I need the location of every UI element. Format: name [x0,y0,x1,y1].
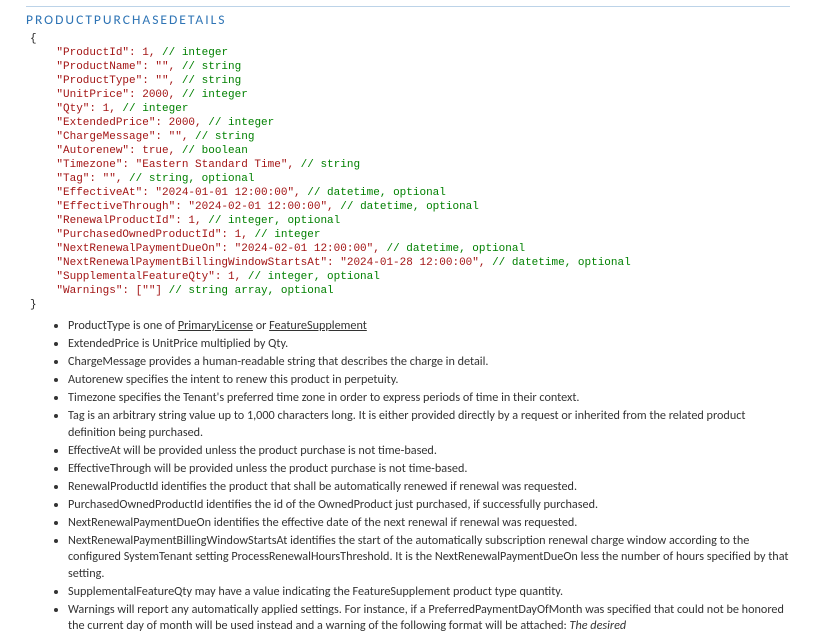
section-heading: PRODUCTPURCHASEDETAILS [26,11,790,28]
top-rule [26,6,790,7]
list-item: Autorenew specifies the intent to renew … [68,372,790,389]
list-item: PurchasedOwnedProductId identifies the i… [68,497,790,514]
code-line: "ChargeMessage": "", // string [30,131,254,143]
code-line: "RenewalProductId": 1, // integer, optio… [30,215,340,227]
list-item: NextRenewalPaymentBillingWindowStartsAt … [68,533,790,583]
list-item: EffectiveThrough will be provided unless… [68,461,790,478]
list-item: ExtendedPrice is UnitPrice multiplied by… [68,336,790,353]
code-line: "ProductType": "", // string [30,75,241,87]
code-line: "UnitPrice": 2000, // integer [30,89,248,101]
link-primarylicense[interactable]: PrimaryLicense [178,318,253,333]
list-item: ProductType is one of PrimaryLicense or … [68,318,790,335]
code-line: "Warnings": [""] // string array, option… [30,285,334,297]
code-line: "PurchasedOwnedProductId": 1, // integer [30,229,320,241]
list-item: EffectiveAt will be provided unless the … [68,443,790,460]
list-item: SupplementalFeatureQty may have a value … [68,584,790,601]
code-line: "NextRenewalPaymentDueOn": "2024-02-01 1… [30,243,525,255]
code-line: "ExtendedPrice": 2000, // integer [30,117,274,129]
code-line: "Tag": "", // string, optional [30,173,254,185]
list-item: ChargeMessage provides a human-readable … [68,354,790,371]
brace-open: { [30,33,37,45]
code-line: "Autorenew": true, // boolean [30,145,248,157]
code-line: "EffectiveAt": "2024-01-01 12:00:00", //… [30,187,446,199]
description-list: ProductType is one of PrimaryLicense or … [26,318,790,635]
list-item: Warnings will report any automatically a… [68,602,790,635]
link-featuresupplement[interactable]: FeatureSupplement [269,318,367,333]
code-line: "Qty": 1, // integer [30,103,188,115]
code-line: "SupplementalFeatureQty": 1, // integer,… [30,271,380,283]
brace-close: } [30,299,37,311]
code-line: "ProductId": 1, // integer [30,47,228,59]
list-item: RenewalProductId identifies the product … [68,479,790,496]
code-line: "ProductName": "", // string [30,61,241,73]
code-line: "Timezone": "Eastern Standard Time", // … [30,159,360,171]
code-line: "NextRenewalPaymentBillingWindowStartsAt… [30,257,631,269]
italic-text: The desired [570,618,627,633]
list-item: Timezone specifies the Tenant's preferre… [68,390,790,407]
list-item: NextRenewalPaymentDueOn identifies the e… [68,515,790,532]
code-block: { "ProductId": 1, // integer "ProductNam… [30,32,790,312]
list-item: Tag is an arbitrary string value up to 1… [68,408,790,441]
code-line: "EffectiveThrough": "2024-02-01 12:00:00… [30,201,479,213]
